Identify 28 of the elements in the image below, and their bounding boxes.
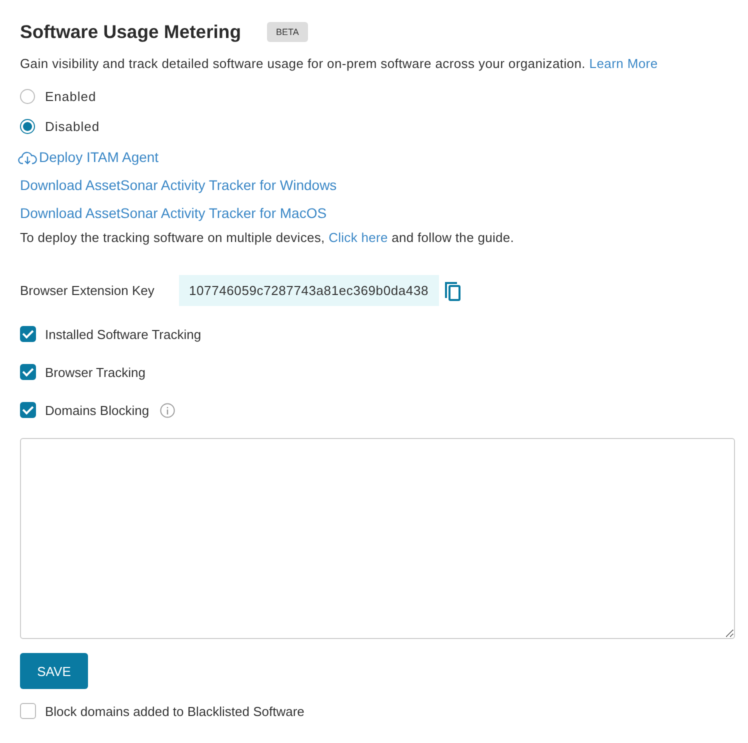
click-here-link[interactable]: Click here (328, 230, 388, 245)
checkbox-label: Browser Tracking (45, 364, 146, 380)
deploy-link[interactable]: Deploy ITAM Agent (39, 149, 159, 165)
radio-label: Disabled (45, 118, 100, 134)
save-button[interactable]: SAVE (20, 653, 88, 689)
checkbox-label: Block domains added to Blacklisted Software (45, 704, 304, 718)
copy-icon[interactable] (444, 280, 460, 300)
description: Gain visibility and track detailed software usage for on-prem software across your organization. Learn More (20, 56, 659, 71)
radio-label: Enabled (45, 88, 96, 104)
download-link[interactable]: Download AssetSonar Activity Tracker for Windows (20, 177, 728, 193)
radio-button[interactable] (20, 88, 35, 104)
learn-more-link[interactable]: Learn More (589, 56, 658, 71)
checkbox[interactable] (20, 402, 36, 418)
cloud-download-icon (18, 150, 37, 164)
key-value: 107746059c7287743a81ec369b0da438 (179, 275, 438, 306)
checkbox[interactable] (20, 703, 36, 719)
checkbox-label: Installed Software Tracking (45, 326, 202, 342)
radio-button[interactable] (20, 118, 35, 134)
checkbox-label: Domains Blocking (45, 402, 150, 418)
download-link[interactable]: Download AssetSonar Activity Tracker for MacOS (20, 205, 728, 221)
checkbox[interactable] (20, 364, 36, 380)
page-title: Software Usage Metering (20, 21, 242, 43)
info-icon[interactable] (160, 402, 176, 418)
beta-badge: BETA (267, 22, 308, 42)
guide-text: To deploy the tracking software on multiple devices, Click here and follow the guide. (20, 230, 516, 245)
key-label: Browser Extension Key (20, 283, 156, 298)
checkbox[interactable] (20, 326, 36, 342)
domains-field[interactable] (20, 438, 735, 639)
